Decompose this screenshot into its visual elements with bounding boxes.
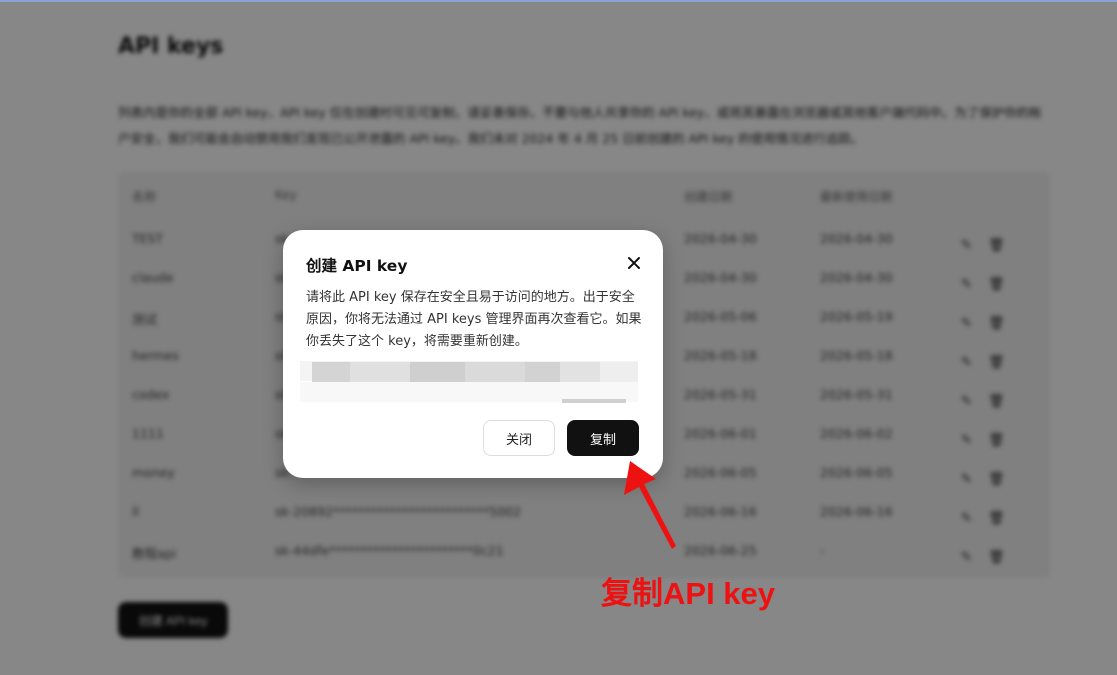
page: API keys 列表内是你的全部 API key，API key 仅在创建时可… xyxy=(0,0,1117,675)
annotation-label: 复制API key xyxy=(601,576,776,611)
dialog-title: 创建 API key xyxy=(306,257,408,275)
dialog-description: 请将此 API key 保存在安全且易于访问的地方。出于安全原因，你将无法通过 … xyxy=(306,290,642,349)
close-dialog-button[interactable]: 关闭 xyxy=(483,420,555,456)
api-key-value[interactable] xyxy=(300,361,638,403)
copy-button[interactable]: 复制 xyxy=(567,420,639,456)
annotation-arrow-icon xyxy=(624,461,676,549)
close-icon xyxy=(628,257,640,269)
create-api-key-dialog: 创建 API key 请将此 API key 保存在安全且易于访问的地方。出于安… xyxy=(283,230,663,478)
close-button[interactable] xyxy=(623,252,645,274)
